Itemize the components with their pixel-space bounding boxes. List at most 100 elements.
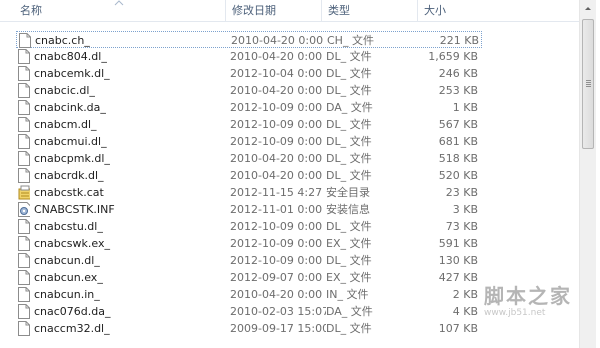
file-icon <box>18 100 30 115</box>
column-header-date-label: 修改日期 <box>232 4 276 17</box>
file-type: DL_ 文件 <box>326 322 372 335</box>
file-row[interactable]: cnabcemk.dl_ 2012-10-04 0:00 DL_ 文件 246 KB <box>16 65 482 82</box>
file-row[interactable]: cnabcswk.ex_ 2012-10-09 0:00 EX_ 文件 591 KB <box>16 235 482 252</box>
file-size: 1 KB <box>452 101 478 114</box>
file-icon <box>18 117 30 132</box>
file-icon <box>18 270 30 285</box>
column-header-name-label: 名称 <box>20 4 42 17</box>
file-size: 23 KB <box>445 186 478 199</box>
file-date-modified: 2010-02-03 15:07 <box>230 305 326 318</box>
file-row[interactable]: cnabc.ch_ 2010-04-20 0:00 CH_ 文件 221 KB <box>16 31 482 48</box>
file-size: 221 KB <box>439 34 479 47</box>
file-icon <box>18 321 30 336</box>
file-name: cnabcstu.dl_ <box>34 220 103 233</box>
file-type: 安全目录 <box>326 186 370 199</box>
scroll-grip-line <box>586 82 591 83</box>
file-date-modified: 2010-04-20 0:00 <box>230 288 323 301</box>
file-row[interactable]: cnabcink.da_ 2012-10-09 0:00 DA_ 文件 1 KB <box>16 99 482 116</box>
file-size: 73 KB <box>445 220 478 233</box>
file-type: DL_ 文件 <box>326 135 372 148</box>
file-row[interactable]: cnabcstk.cat 2012-11-15 4:27 安全目录 23 KB <box>16 184 482 201</box>
file-name: cnabcink.da_ <box>34 101 106 114</box>
file-size: 2 KB <box>452 288 478 301</box>
file-row[interactable]: cnabcun.dl_ 2012-10-09 0:00 DL_ 文件 130 KB <box>16 252 482 269</box>
file-date-modified: 2012-11-15 4:27 <box>230 186 323 199</box>
file-row[interactable]: cnabcmui.dl_ 2012-10-09 0:00 DL_ 文件 681 KB <box>16 133 482 150</box>
file-row[interactable]: CNABCSTK.INF 2012-11-01 0:00 安装信息 3 KB <box>16 201 482 218</box>
file-type: DL_ 文件 <box>326 84 372 97</box>
file-size: 591 KB <box>438 237 478 250</box>
file-icon <box>18 168 30 183</box>
file-size: 567 KB <box>438 118 478 131</box>
file-name: cnabcun.dl_ <box>34 254 100 267</box>
file-date-modified: 2010-04-20 0:00 <box>230 84 323 97</box>
file-type: EX_ 文件 <box>326 271 372 284</box>
file-row[interactable]: cnabcm.dl_ 2012-10-09 0:00 DL_ 文件 567 KB <box>16 116 482 133</box>
scroll-up-button[interactable] <box>580 0 596 17</box>
scroll-grip-line <box>586 84 591 85</box>
file-icon <box>18 219 30 234</box>
file-icon <box>18 253 30 268</box>
file-row[interactable]: cnabcun.ex_ 2012-09-07 0:00 EX_ 文件 427 KB <box>16 269 482 286</box>
scroll-thumb[interactable] <box>582 19 594 149</box>
file-rows: cnabc.ch_ 2010-04-20 0:00 CH_ 文件 221 KB cnab… <box>0 23 580 348</box>
file-size: 107 KB <box>438 322 478 335</box>
file-date-modified: 2012-10-04 0:00 <box>230 67 323 80</box>
file-size: 246 KB <box>438 67 478 80</box>
file-type: DL_ 文件 <box>326 169 372 182</box>
setup-info-icon <box>18 202 30 217</box>
file-date-modified: 2012-10-09 0:00 <box>230 237 323 250</box>
file-name: cnabcrdk.dl_ <box>34 169 104 182</box>
file-name: cnac076d.da_ <box>34 305 111 318</box>
sort-ascending-icon <box>114 0 124 6</box>
file-row[interactable]: cnabc804.dl_ 2010-04-20 0:00 DL_ 文件 1,659 K… <box>16 48 482 65</box>
file-icon <box>18 236 30 251</box>
file-date-modified: 2012-11-01 0:00 <box>230 203 323 216</box>
column-header-size[interactable]: 大小 <box>418 0 498 22</box>
column-header-size-label: 大小 <box>424 4 446 17</box>
column-header-row: 名称 修改日期 类型 大小 <box>0 0 580 22</box>
file-row[interactable]: cnac076d.da_ 2010-02-03 15:07 DA_ 文件 4 KB <box>16 303 482 320</box>
column-header-type[interactable]: 类型 <box>322 0 418 22</box>
file-row[interactable]: cnabcun.in_ 2010-04-20 0:00 IN_ 文件 2 KB <box>16 286 482 303</box>
file-type: DL_ 文件 <box>326 254 372 267</box>
file-icon <box>19 33 31 48</box>
file-date-modified: 2012-10-09 0:00 <box>230 135 323 148</box>
file-row[interactable]: cnabcstu.dl_ 2012-10-09 0:00 DL_ 文件 73 KB <box>16 218 482 235</box>
file-row[interactable]: cnabcrdk.dl_ 2010-04-20 0:00 DL_ 文件 520 KB <box>16 167 482 184</box>
file-icon <box>18 134 30 149</box>
file-type: DL_ 文件 <box>326 152 372 165</box>
file-size: 427 KB <box>438 271 478 284</box>
file-icon <box>18 151 30 166</box>
file-date-modified: 2012-10-09 0:00 <box>230 118 323 131</box>
file-name: cnabcmui.dl_ <box>34 135 107 148</box>
file-name: cnaccm32.dl_ <box>34 322 110 335</box>
file-size: 130 KB <box>438 254 478 267</box>
file-name: cnabcstk.cat <box>34 186 104 199</box>
vertical-scrollbar[interactable] <box>579 0 596 348</box>
column-header-date[interactable]: 修改日期 <box>226 0 322 22</box>
file-size: 253 KB <box>438 84 478 97</box>
file-date-modified: 2012-09-07 0:00 <box>230 271 323 284</box>
file-type: EX_ 文件 <box>326 237 372 250</box>
file-type: CH_ 文件 <box>327 34 374 47</box>
file-icon <box>18 304 30 319</box>
file-date-modified: 2012-10-09 0:00 <box>230 101 323 114</box>
column-header-type-label: 类型 <box>328 4 350 17</box>
file-name: cnabcun.ex_ <box>34 271 103 284</box>
file-row[interactable]: cnabcpmk.dl_ 2010-04-20 0:00 DL_ 文件 518 KB <box>16 150 482 167</box>
file-type: DL_ 文件 <box>326 50 372 63</box>
file-type: IN_ 文件 <box>326 288 369 301</box>
file-type: DA_ 文件 <box>326 101 373 114</box>
file-date-modified: 2010-04-20 0:00 <box>231 34 324 47</box>
file-name: CNABCSTK.INF <box>34 203 115 216</box>
file-name: cnabc.ch_ <box>35 34 90 47</box>
file-row[interactable]: cnabcic.dl_ 2010-04-20 0:00 DL_ 文件 253 KB <box>16 82 482 99</box>
file-date-modified: 2012-10-09 0:00 <box>230 254 323 267</box>
file-icon <box>18 49 30 64</box>
file-date-modified: 2009-09-17 15:00 <box>230 322 326 335</box>
file-date-modified: 2010-04-20 0:00 <box>230 50 323 63</box>
file-list-view: 名称 修改日期 类型 大小 cnabc.ch_ 2010-04-20 0:00 CH… <box>0 0 600 348</box>
file-name: cnabcic.dl_ <box>34 84 95 97</box>
file-row[interactable]: cnaccm32.dl_ 2009-09-17 15:00 DL_ 文件 107 KB <box>16 320 482 337</box>
